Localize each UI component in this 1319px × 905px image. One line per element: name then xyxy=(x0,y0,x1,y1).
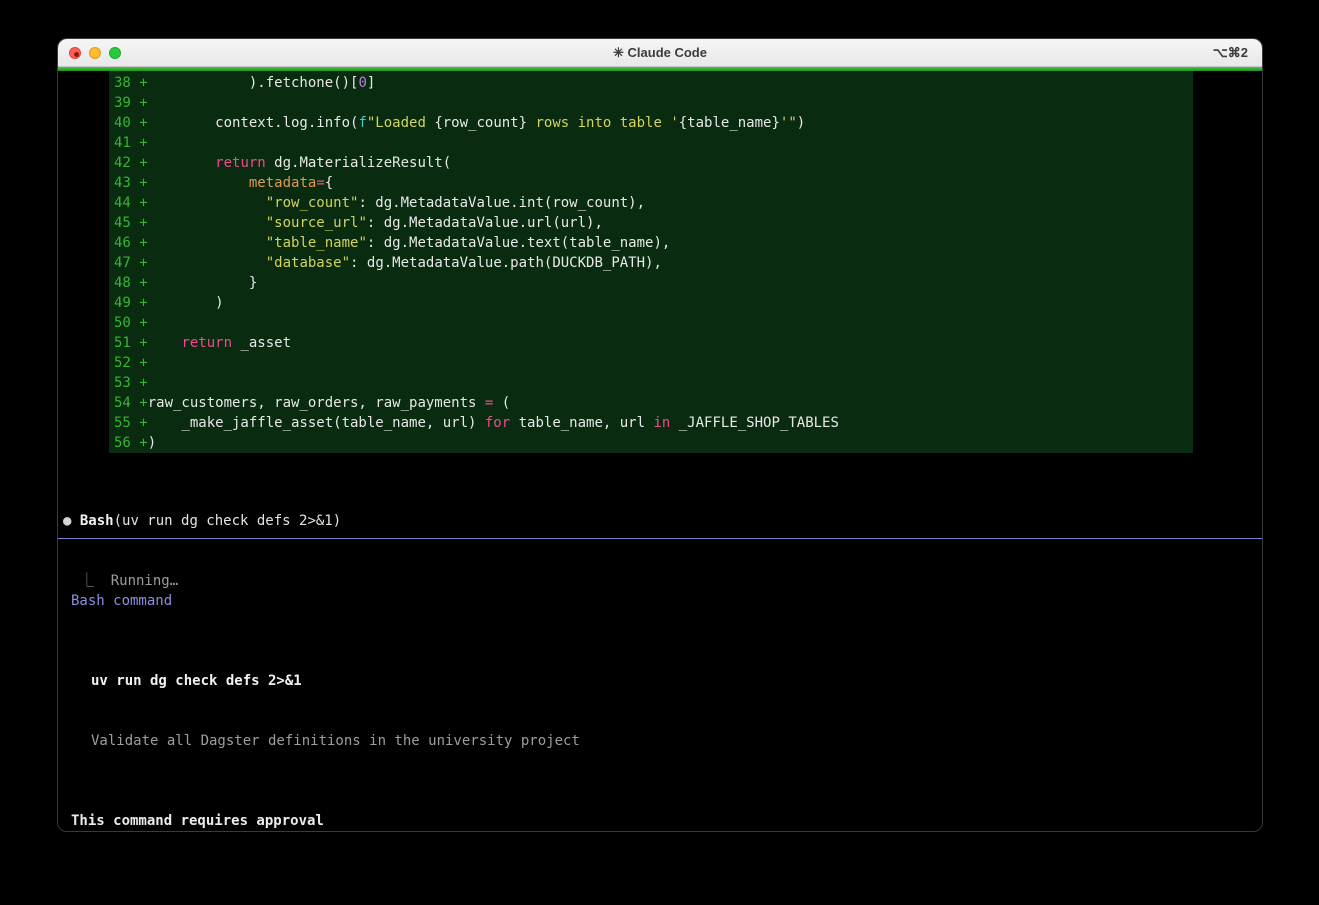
diff-line-number: 55 + xyxy=(114,415,148,431)
diff-line: 40 + context.log.info(f"Loaded {row_coun… xyxy=(114,113,1193,133)
diff-line: 46 + "table_name": dg.MetadataValue.text… xyxy=(114,233,1193,253)
code-diff: 38 + ).fetchone()[0] 39 + 40 + context.log… xyxy=(109,71,1193,453)
diff-line-number: 41 + xyxy=(114,135,148,151)
diff-line-number: 51 + xyxy=(114,335,148,351)
tool-name: Bash xyxy=(80,513,114,529)
diff-line: 39 + xyxy=(114,93,1193,113)
diff-line-number: 49 + xyxy=(114,295,148,311)
diff-line-number: 42 + xyxy=(114,155,148,171)
diff-line: 44 + "row_count": dg.MetadataValue.int(r… xyxy=(114,193,1193,213)
diff-line: 45 + "source_url": dg.MetadataValue.url(… xyxy=(114,213,1193,233)
diff-line: 54 +raw_customers, raw_orders, raw_payme… xyxy=(114,393,1193,413)
window-shortcut-badge: ⌥⌘2 xyxy=(1213,39,1248,66)
claude-code-window: ✳ Claude Code ⌥⌘2 38 + ).fetchone()[0] 39… xyxy=(57,38,1263,832)
window-title: ✳ Claude Code xyxy=(58,39,1262,66)
diff-line-number: 44 + xyxy=(114,195,148,211)
diff-line-number: 43 + xyxy=(114,175,148,191)
diff-line-number: 39 + xyxy=(114,95,148,111)
diff-line: 53 + xyxy=(114,373,1193,393)
diff-line: 48 + } xyxy=(114,273,1193,293)
diff-line: 41 + xyxy=(114,133,1193,153)
diff-line-number: 50 + xyxy=(114,315,148,331)
approval-note: This command requires approval xyxy=(58,811,1262,831)
diff-line-number: 40 + xyxy=(114,115,148,131)
diff-line-number: 48 + xyxy=(114,275,148,291)
diff-line-number: 52 + xyxy=(114,355,148,371)
diff-line-number: 46 + xyxy=(114,235,148,251)
diff-line: 49 + ) xyxy=(114,293,1193,313)
diff-line-number: 45 + xyxy=(114,215,148,231)
terminal-content: 38 + ).fetchone()[0] 39 + 40 + context.log… xyxy=(58,67,1262,831)
diff-line: 47 + "database": dg.MetadataValue.path(D… xyxy=(114,253,1193,273)
dialog-title: Bash command xyxy=(58,591,1262,611)
diff-line-number: 47 + xyxy=(114,255,148,271)
dialog-command-description: Validate all Dagster definitions in the … xyxy=(58,731,1262,751)
tool-args: (uv run dg check defs 2>&1) xyxy=(114,513,342,529)
diff-line: 55 + _make_jaffle_asset(table_name, url)… xyxy=(114,413,1193,433)
diff-line: 56 +) xyxy=(114,433,1193,453)
window-titlebar[interactable]: ✳ Claude Code ⌥⌘2 xyxy=(58,39,1262,67)
diff-line-number: 54 + xyxy=(114,395,148,411)
dialog-command: uv run dg check defs 2>&1 xyxy=(58,671,1262,691)
diff-line: 43 + metadata={ xyxy=(114,173,1193,193)
diff-line: 51 + return _asset xyxy=(114,333,1193,353)
diff-line-number: 53 + xyxy=(114,375,148,391)
diff-line: 42 + return dg.MaterializeResult( xyxy=(114,153,1193,173)
diff-line: 50 + xyxy=(114,313,1193,333)
permission-dialog: Bash command uv run dg check defs 2>&1 V… xyxy=(58,538,1262,831)
diff-line-number: 38 + xyxy=(114,75,148,91)
bash-tool-call-header: ● Bash(uv run dg check defs 2>&1) xyxy=(63,511,341,531)
running-bullet-icon: ● xyxy=(63,513,71,529)
diff-line: 38 + ).fetchone()[0] xyxy=(114,73,1193,93)
diff-line: 52 + xyxy=(114,353,1193,373)
diff-line-number: 56 + xyxy=(114,435,148,451)
